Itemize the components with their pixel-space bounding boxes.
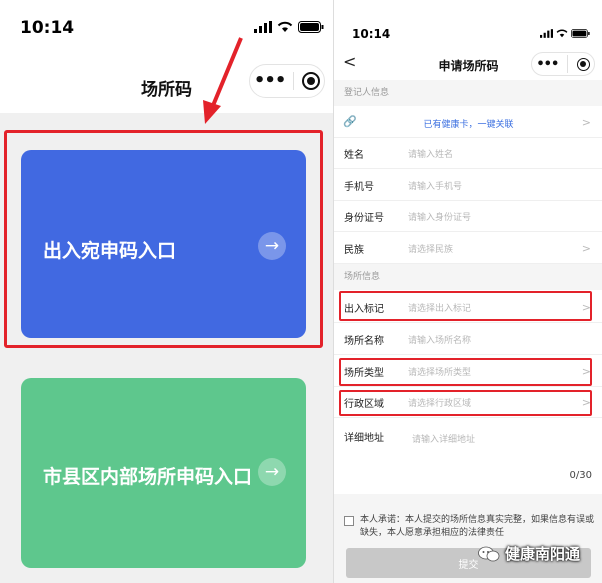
wifi-icon — [556, 29, 568, 38]
status-icons — [540, 29, 590, 38]
left-phone-screen: 10:14 场所码 ••• 出入宛申码入口 → 市县区内部场所申码入口 → — [0, 0, 333, 583]
more-icon[interactable]: ••• — [254, 72, 287, 90]
ethnicity-field[interactable]: 民族 请选择民族 > — [334, 233, 602, 264]
card-label: 市县区内部场所申码入口 — [43, 466, 253, 488]
red-pointer-arrow-icon — [203, 37, 243, 124]
status-icons — [254, 21, 324, 33]
battery-icon — [571, 29, 590, 38]
phone-field[interactable]: 手机号 请输入手机号 — [334, 170, 602, 201]
id-number-input[interactable]: 请输入身份证号 — [408, 210, 471, 223]
section-header-place: 场所信息 — [334, 264, 602, 290]
capsule-divider — [566, 55, 568, 73]
battery-icon — [298, 21, 324, 33]
capsule-divider — [293, 72, 295, 90]
mini-program-capsule: ••• — [249, 64, 325, 98]
highlight-box — [4, 130, 323, 348]
field-label: 场所名称 — [344, 335, 384, 347]
field-label: 详细地址 — [344, 433, 384, 444]
section-header-registrant: 登记人信息 — [334, 80, 602, 106]
close-mini-program-icon[interactable] — [576, 57, 590, 71]
more-icon[interactable]: ••• — [536, 58, 559, 71]
arrow-right-icon: → — [258, 458, 286, 486]
watermark: 健康南阳通 — [478, 543, 580, 564]
field-label: 身份证号 — [344, 212, 384, 224]
field-label: 手机号 — [344, 181, 374, 193]
promise-text: 本人承诺：本人提交的场所信息真实完整，如果信息有误或缺失，本人愿意承担相应的法律… — [360, 515, 595, 538]
name-input[interactable]: 请输入姓名 — [408, 147, 453, 160]
highlight-box — [339, 291, 592, 321]
close-mini-program-icon[interactable] — [302, 72, 321, 90]
internal-place-code-card[interactable]: 市县区内部场所申码入口 → — [21, 378, 306, 568]
signal-icon — [540, 29, 553, 38]
field-label: 民族 — [344, 244, 364, 256]
wechat-logo-icon — [478, 546, 500, 561]
field-label: 姓名 — [344, 149, 364, 161]
signal-icon — [254, 21, 272, 33]
wifi-icon — [277, 21, 293, 32]
watermark-text: 健康南阳通 — [505, 545, 581, 563]
link-health-card-text: 已有健康卡，一键关联 — [423, 120, 514, 130]
mini-program-capsule: ••• — [531, 52, 595, 76]
chevron-right-icon: > — [581, 241, 591, 255]
id-number-field[interactable]: 身份证号 请输入身份证号 — [334, 201, 602, 232]
phone-input[interactable]: 请输入手机号 — [408, 179, 462, 192]
chevron-right-icon: > — [581, 116, 591, 129]
promise-checkbox[interactable] — [344, 516, 354, 526]
name-field[interactable]: 姓名 请输入姓名 — [334, 138, 602, 169]
status-time: 10:14 — [20, 18, 75, 38]
highlight-box — [339, 358, 592, 386]
detail-address-field[interactable]: 详细地址 请输入详细地址 — [334, 420, 602, 458]
link-health-card-row[interactable]: 🔗 已有健康卡，一键关联 > — [334, 107, 602, 138]
place-name-input[interactable]: 请输入场所名称 — [408, 333, 471, 346]
detail-address-textarea[interactable]: 请输入详细地址 — [412, 432, 475, 445]
ethnicity-select[interactable]: 请选择民族 — [408, 242, 453, 255]
highlight-box — [339, 390, 592, 416]
place-name-field[interactable]: 场所名称 请输入场所名称 — [334, 324, 602, 355]
char-counter: 0/30 — [569, 470, 592, 481]
status-time: 10:14 — [352, 27, 391, 41]
